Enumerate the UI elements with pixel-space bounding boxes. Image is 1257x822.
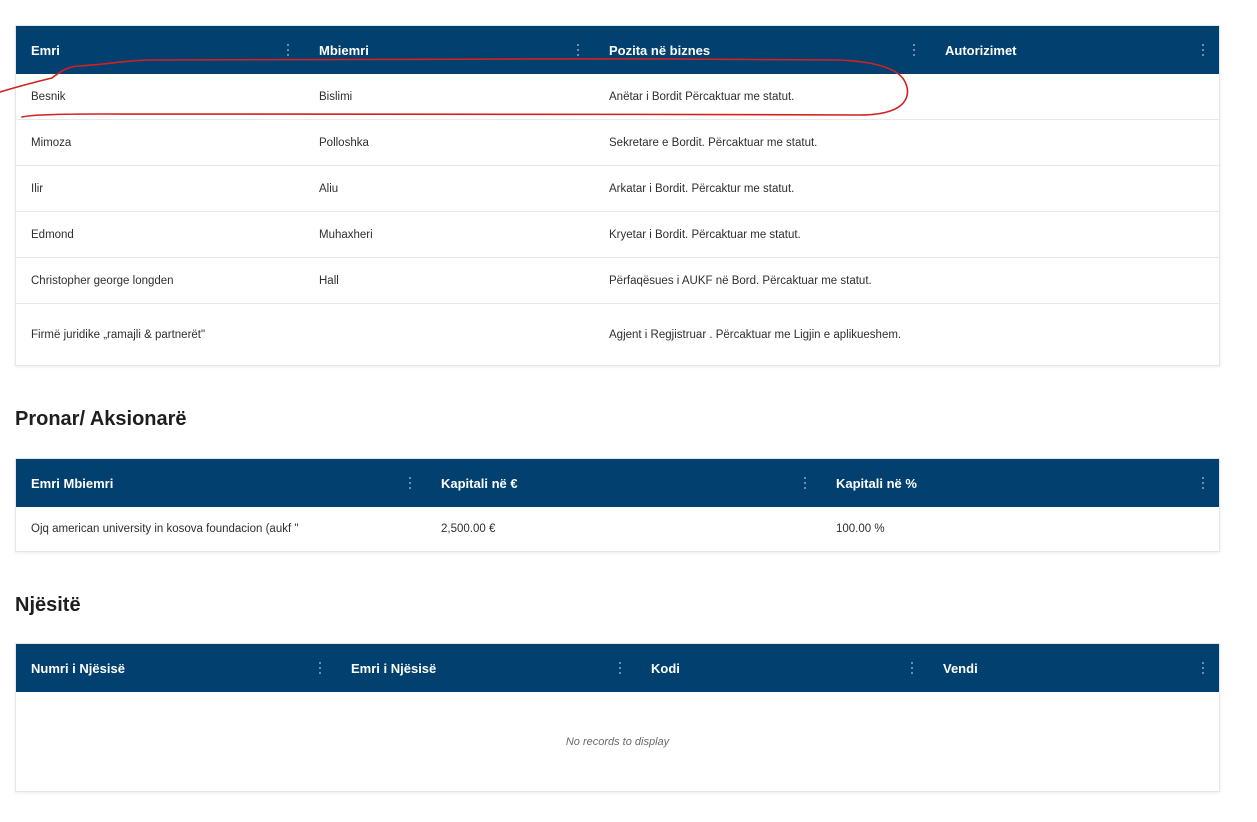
- board-members-grid: Emri Mbiemri Pozita në biznes Autorizime…: [15, 25, 1220, 366]
- column-header-kodi[interactable]: Kodi: [636, 644, 928, 692]
- column-menu-icon[interactable]: [799, 475, 811, 491]
- owners-grid-body: Ojq american university in kosova founda…: [16, 507, 1219, 551]
- column-menu-icon[interactable]: [572, 42, 584, 58]
- table-row[interactable]: Ilir Aliu Arkatar i Bordit. Përcaktur me…: [16, 165, 1219, 211]
- cell-mbiemri: Bislimi: [319, 90, 353, 103]
- cell-autorizimet: [930, 166, 1219, 211]
- column-header-emri-mbiemri[interactable]: Emri Mbiemri: [16, 459, 426, 507]
- table-row[interactable]: Ojq american university in kosova founda…: [16, 507, 1219, 551]
- units-section-title: Njësitë: [15, 594, 81, 616]
- owners-grid-header: Emri Mbiemri Kapitali në € Kapitali në %: [16, 459, 1219, 507]
- board-grid-body: Besnik Bislimi Anëtar i Bordit Përcaktua…: [16, 74, 1219, 366]
- column-header-label: Kodi: [651, 660, 680, 676]
- column-header-mbiemri[interactable]: Mbiemri: [304, 26, 594, 74]
- table-row[interactable]: Firmë juridike „ramajli & partnerët" Agj…: [16, 303, 1219, 366]
- owners-section-title: Pronar/ Aksionarë: [15, 408, 187, 430]
- cell-autorizimet: [930, 304, 1219, 366]
- cell-pozita: Arkatar i Bordit. Përcaktur me statut.: [609, 182, 795, 195]
- cell-pozita: Agjent i Regjistruar . Përcaktuar me Lig…: [609, 329, 902, 341]
- column-header-numri-njesise[interactable]: Numri i Njësisë: [16, 644, 336, 692]
- column-header-label: Pozita në biznes: [609, 42, 711, 58]
- cell-emri: Firmë juridike „ramajli & partnerët": [31, 329, 206, 341]
- cell-mbiemri: [304, 304, 594, 366]
- cell-pozita: Anëtar i Bordit Përcaktuar me statut.: [609, 90, 795, 103]
- cell-emri-mbiemri: Ojq american university in kosova founda…: [31, 523, 299, 535]
- cell-emri: Edmond: [31, 228, 74, 241]
- table-row[interactable]: Mimoza Polloshka Sekretare e Bordit. Për…: [16, 119, 1219, 165]
- units-grid-header: Numri i Njësisë Emri i Njësisë Kodi Vend…: [16, 644, 1219, 692]
- cell-pozita: Kryetar i Bordit. Përcaktuar me statut.: [609, 228, 801, 241]
- page: Emri Mbiemri Pozita në biznes Autorizime…: [0, 0, 1257, 822]
- cell-kapitali-perqind: 100.00 %: [836, 523, 885, 535]
- board-grid-header: Emri Mbiemri Pozita në biznes Autorizime…: [16, 26, 1219, 74]
- column-header-label: Emri Mbiemri: [31, 475, 114, 491]
- empty-records-message: No records to display: [565, 735, 670, 748]
- column-header-pozita[interactable]: Pozita në biznes: [594, 26, 930, 74]
- table-row[interactable]: Besnik Bislimi Anëtar i Bordit Përcaktua…: [16, 74, 1219, 119]
- column-menu-icon[interactable]: [614, 660, 626, 676]
- units-grid: Numri i Njësisë Emri i Njësisë Kodi Vend…: [15, 643, 1220, 792]
- owners-grid: Emri Mbiemri Kapitali në € Kapitali në %…: [15, 458, 1220, 552]
- column-header-kapitali-perqind[interactable]: Kapitali në %: [821, 459, 1219, 507]
- cell-autorizimet: [930, 74, 1219, 119]
- column-menu-icon[interactable]: [906, 660, 918, 676]
- column-header-emri-njesise[interactable]: Emri i Njësisë: [336, 644, 636, 692]
- cell-pozita: Përfaqësues i AUKF në Bord. Përcaktuar m…: [609, 274, 872, 287]
- column-header-label: Vendi: [943, 660, 978, 676]
- cell-pozita: Sekretare e Bordit. Përcaktuar me statut…: [609, 136, 818, 149]
- cell-emri: Ilir: [31, 182, 44, 195]
- table-row[interactable]: Edmond Muhaxheri Kryetar i Bordit. Përca…: [16, 211, 1219, 257]
- cell-mbiemri: Muhaxheri: [319, 228, 373, 241]
- cell-autorizimet: [930, 212, 1219, 257]
- column-menu-icon[interactable]: [282, 42, 294, 58]
- column-header-autorizimet[interactable]: Autorizimet: [930, 26, 1219, 74]
- cell-mbiemri: Hall: [319, 274, 339, 287]
- cell-mbiemri: Aliu: [319, 182, 339, 195]
- cell-mbiemri: Polloshka: [319, 136, 369, 149]
- column-header-vendi[interactable]: Vendi: [928, 644, 1219, 692]
- cell-autorizimet: [930, 120, 1219, 165]
- column-header-kapitali-eur[interactable]: Kapitali në €: [426, 459, 821, 507]
- column-menu-icon[interactable]: [908, 42, 920, 58]
- table-row[interactable]: Christopher george longden Hall Përfaqës…: [16, 257, 1219, 303]
- column-header-label: Autorizimet: [945, 42, 1017, 58]
- column-header-label: Numri i Njësisë: [31, 660, 125, 676]
- column-menu-icon[interactable]: [1197, 660, 1209, 676]
- column-menu-icon[interactable]: [314, 660, 326, 676]
- cell-emri: Besnik: [31, 90, 66, 103]
- cell-autorizimet: [930, 258, 1219, 303]
- cell-emri: Mimoza: [31, 136, 72, 149]
- column-menu-icon[interactable]: [1197, 475, 1209, 491]
- column-header-emri[interactable]: Emri: [16, 26, 304, 74]
- column-header-label: Emri i Njësisë: [351, 660, 437, 676]
- cell-kapitali-eur: 2,500.00 €: [441, 523, 496, 535]
- column-header-label: Kapitali në €: [441, 475, 518, 491]
- column-header-label: Emri: [31, 42, 60, 58]
- cell-emri: Christopher george longden: [31, 274, 174, 287]
- column-header-label: Kapitali në %: [836, 475, 917, 491]
- column-menu-icon[interactable]: [1197, 42, 1209, 58]
- column-menu-icon[interactable]: [404, 475, 416, 491]
- column-header-label: Mbiemri: [319, 42, 369, 58]
